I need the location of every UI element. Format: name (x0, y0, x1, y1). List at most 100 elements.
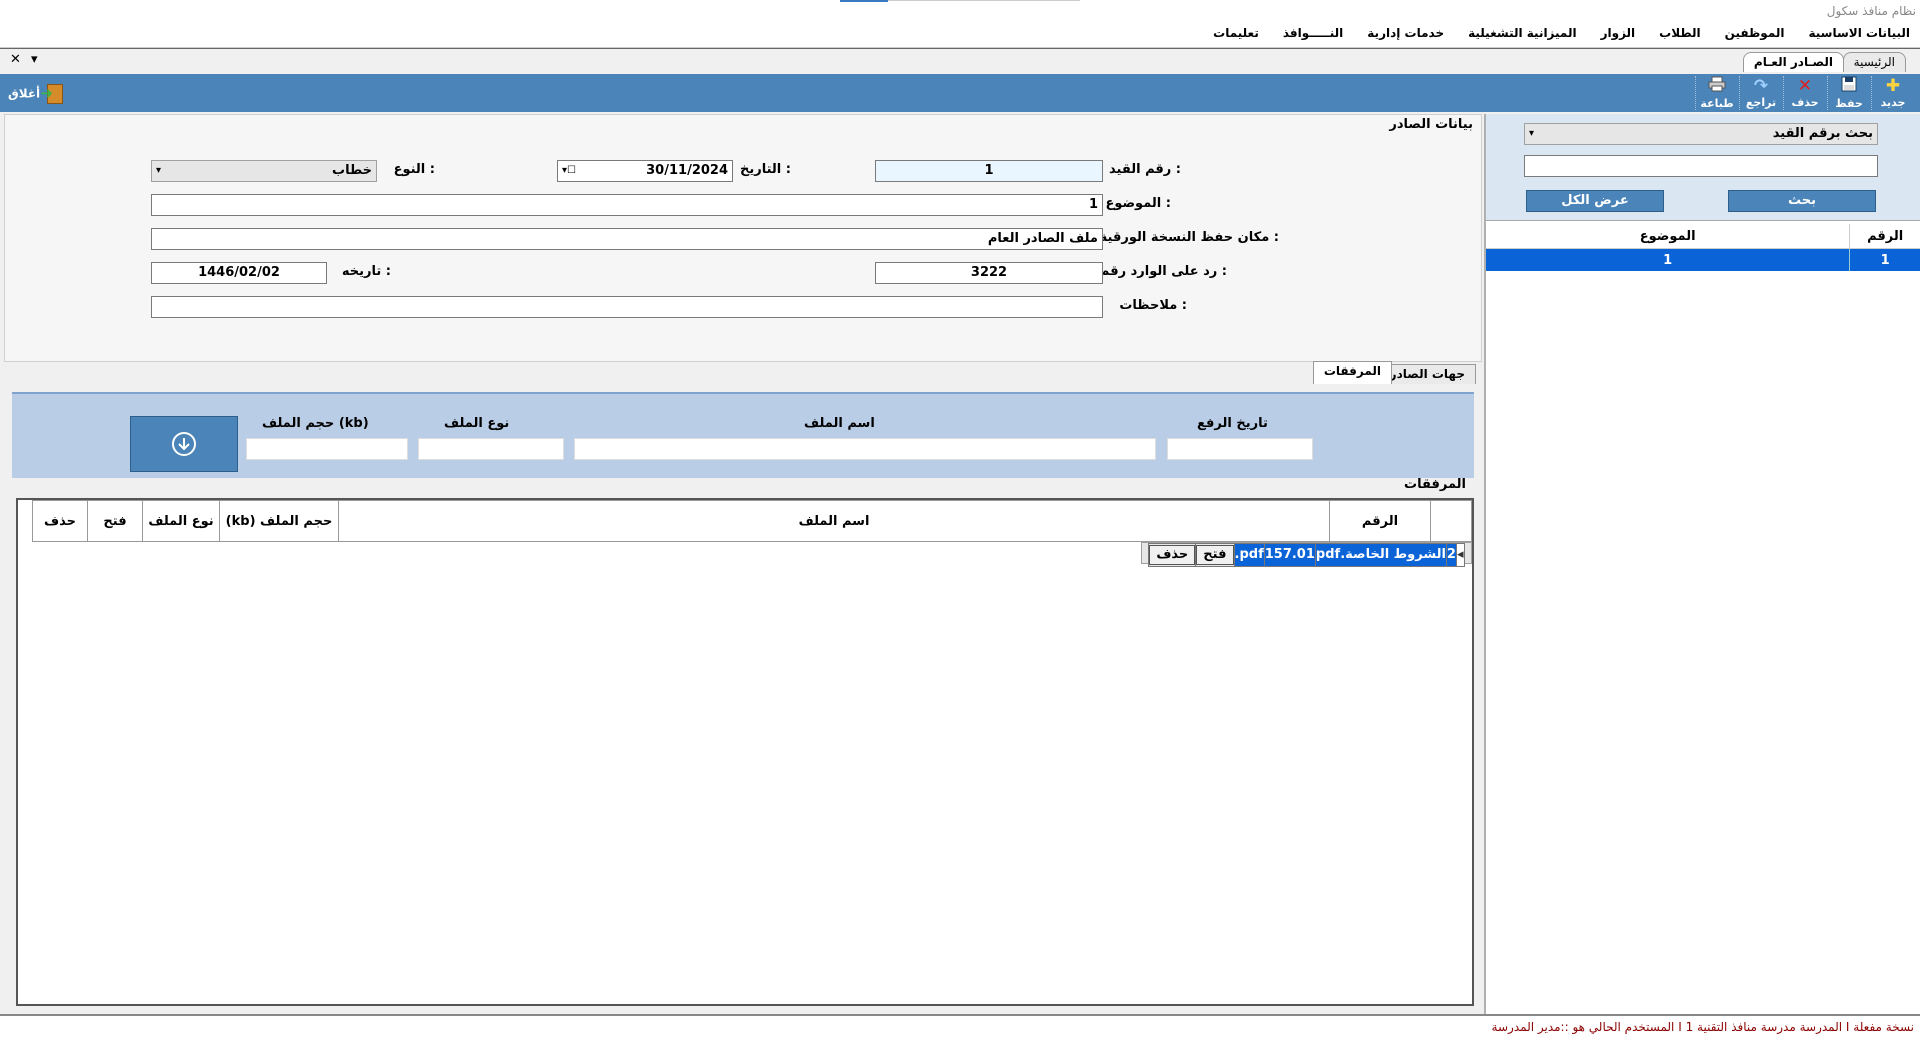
subject-field[interactable]: 1 (151, 194, 1103, 216)
file-name-label: اسم الملف (804, 416, 875, 431)
search-mode-select[interactable]: ▾ بحث برقم القيد (1524, 123, 1878, 145)
chevron-down-icon: ▾ (1529, 128, 1535, 139)
menu-visitors[interactable]: الزوار (1601, 26, 1636, 40)
reply-to-field[interactable]: 3222 (875, 262, 1103, 284)
col-no-header[interactable]: الرقم (1329, 500, 1431, 542)
notes-field[interactable] (151, 296, 1103, 318)
reply-date-field[interactable]: 1446/02/02 (151, 262, 327, 284)
floppy-disk-icon (1828, 76, 1870, 97)
section-title: بيانات الصادر (1389, 117, 1473, 132)
delete-file-button[interactable]: حذف (1149, 545, 1196, 565)
save-button[interactable]: حفظ (1827, 76, 1870, 110)
results-table: الرقم الموضوع 1 1 (1486, 224, 1920, 271)
attachments-header: المرفقات (4, 477, 1474, 497)
results-col-subject[interactable]: الموضوع (1486, 224, 1851, 249)
delete-button[interactable]: ✕ حذف (1783, 76, 1826, 110)
download-circle-icon (172, 432, 196, 456)
type-label: النوع : (393, 162, 435, 177)
date-value: 30/11/2024 (646, 163, 728, 178)
col-type-header[interactable]: نوع الملف (142, 500, 220, 542)
results-col-no[interactable]: الرقم (1849, 224, 1920, 249)
menu-budget[interactable]: الميزانية التشغيلية (1468, 26, 1576, 40)
search-mode-value: بحث برقم القيد (1772, 126, 1873, 141)
table-row[interactable]: ◂ 2 الشروط الخاصة.pdf 157.01 pdf. فتح حذ… (1141, 542, 1472, 567)
cell-size: 157.01 (1263, 543, 1316, 567)
type-value: خطاب (332, 163, 372, 178)
col-delete-header[interactable]: حذف (32, 500, 88, 542)
row-pointer-icon: ◂ (1455, 543, 1465, 567)
results-row[interactable]: 1 1 (1486, 248, 1920, 271)
close-tab-icon[interactable]: ✕ (10, 52, 21, 67)
cell-no: 2 (1445, 543, 1457, 567)
col-open-header[interactable]: فتح (87, 500, 143, 542)
upload-button[interactable] (130, 416, 238, 472)
save-label: حفظ (1835, 97, 1863, 110)
tab-home[interactable]: الرئيسية (1842, 52, 1906, 72)
row-indicator-header (1430, 500, 1472, 542)
print-button[interactable]: طباعة (1695, 76, 1738, 110)
cell-type: pdf. (1233, 543, 1265, 567)
close-form-button[interactable]: أغلاق ➜ (8, 84, 64, 104)
menu-basic-data[interactable]: البيانات الاساسية (1808, 26, 1910, 40)
date-field[interactable]: ▾☐ 30/11/2024 (557, 160, 733, 182)
upload-date-field[interactable] (1167, 438, 1313, 460)
outgoing-data-panel: بيانات الصادر رقم القيد : 1 التاريخ : ▾☐… (4, 114, 1482, 362)
paper-location-field[interactable]: ملف الصادر العام (151, 228, 1103, 250)
attachments-title: المرفقات (1404, 477, 1466, 492)
search-box: ▾ بحث برقم القيد بحث عرض الكل (1486, 114, 1920, 221)
entry-no-field[interactable]: 1 (875, 160, 1103, 182)
file-size-field[interactable] (246, 438, 408, 460)
window-title: نظام منافذ سكول (1826, 4, 1916, 18)
tab-recipients[interactable]: جهات الصادر (1378, 364, 1476, 384)
title-accent (840, 0, 888, 2)
menu-employees[interactable]: الموظفين (1725, 26, 1785, 40)
status-bar: المستخدم الحالي هو ::مدير المدرسة I 1 ال… (0, 1014, 1920, 1037)
tab-general-outgoing[interactable]: الصـادر العـام (1742, 52, 1844, 72)
notes-label: ملاحظات : (1119, 298, 1187, 313)
exit-door-icon: ➜ (40, 84, 64, 104)
file-size-label: حجم الملف (kb) (262, 416, 369, 431)
menu-admin-services[interactable]: خدمات إدارية (1367, 26, 1444, 40)
cell-delete: حذف (1148, 543, 1197, 567)
file-type-field[interactable] (418, 438, 564, 460)
red-x-icon: ✕ (1797, 76, 1813, 96)
delete-label: حذف (1791, 96, 1819, 109)
col-size-header[interactable]: حجم الملف (kb) (219, 500, 339, 542)
search-input[interactable] (1524, 155, 1878, 177)
open-file-button[interactable]: فتح (1196, 545, 1234, 565)
results-header-row: الرقم الموضوع (1486, 224, 1920, 249)
tab-attachments[interactable]: المرفقات (1312, 361, 1392, 384)
results-cell-no: 1 (1880, 252, 1890, 268)
new-button[interactable]: ✚ جديد (1871, 76, 1914, 110)
title-accent-line (888, 0, 1080, 1)
tab-list-dropdown-icon[interactable]: ▾ (31, 52, 38, 67)
cell-name: الشروط الخاصة.pdf (1314, 543, 1447, 567)
reply-to-label: رد على الوارد رقم : (1099, 264, 1227, 279)
search-button[interactable]: بحث (1728, 190, 1876, 212)
search-panel: ▾ بحث برقم القيد بحث عرض الكل الرقم المو… (1484, 114, 1920, 1014)
detail-tabs: جهات الصادر المرفقات (4, 360, 1480, 388)
col-name-header[interactable]: اسم الملف (338, 500, 1330, 542)
attachments-table: الرقم اسم الملف حجم الملف (kb) نوع الملف… (32, 500, 1472, 567)
plus-icon: ✚ (1885, 76, 1901, 96)
toolbar: ✚ جديد حفظ ✕ حذف ↷ تراجع طباعة أغلاق ➜ (0, 74, 1920, 112)
new-label: جديد (1880, 96, 1906, 109)
type-select[interactable]: ▾ خطاب (151, 160, 377, 182)
results-cell-subject: 1 (1486, 248, 1851, 271)
file-type-label: نوع الملف (444, 416, 510, 431)
date-dropdown-icon[interactable]: ▾☐ (562, 161, 576, 181)
menu-bar: البيانات الاساسية الموظفين الطلاب الزوار… (0, 22, 1920, 48)
status-text: المستخدم الحالي هو ::مدير المدرسة I 1 ال… (1491, 1020, 1914, 1034)
chevron-down-icon: ▾ (156, 165, 162, 176)
undo-button[interactable]: ↷ تراجع (1739, 76, 1782, 110)
menu-windows[interactable]: النـــــوافذ (1283, 26, 1343, 40)
paper-location-label: مكان حفظ النسخة الورقية : (1099, 230, 1279, 245)
undo-label: تراجع (1745, 96, 1777, 109)
table-header-row: الرقم اسم الملف حجم الملف (kb) نوع الملف… (32, 500, 1472, 542)
file-name-field[interactable] (574, 438, 1156, 460)
show-all-button[interactable]: عرض الكل (1526, 190, 1664, 212)
document-tabs: ✕ ▾ الرئيسية الصـادر العـام (0, 48, 1920, 74)
subject-label: الموضوع : (1105, 196, 1171, 211)
menu-help[interactable]: تعليمات (1213, 26, 1259, 40)
menu-students[interactable]: الطلاب (1659, 26, 1700, 40)
